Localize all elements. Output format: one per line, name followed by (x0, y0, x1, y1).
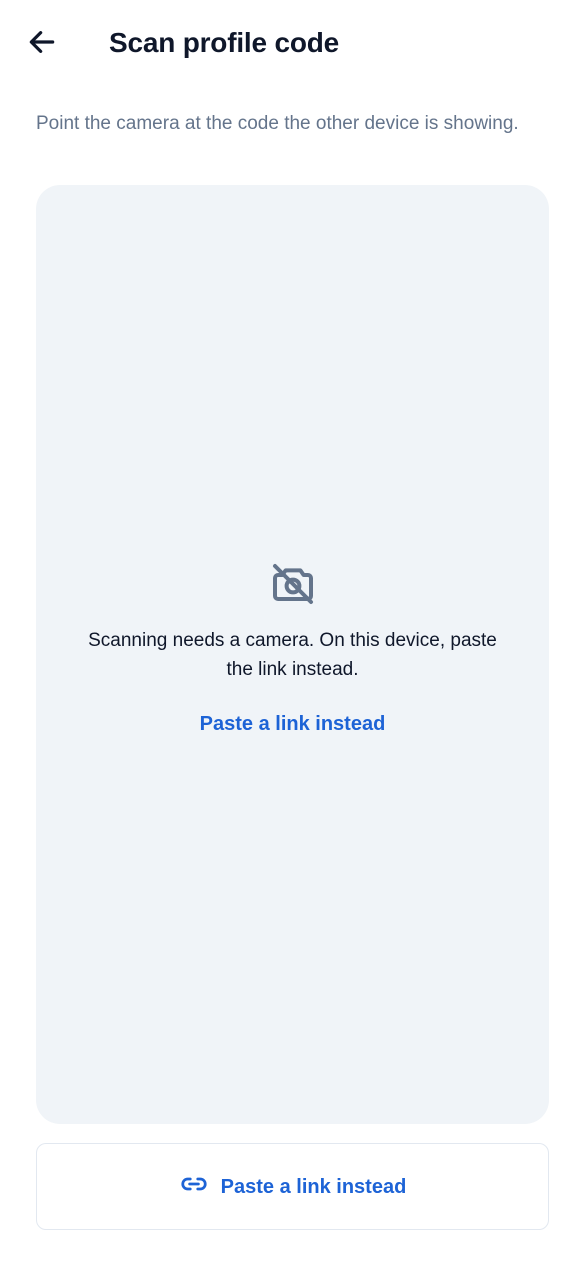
camera-viewfinder-panel: Scanning needs a camera. On this device,… (36, 185, 549, 1124)
scan-profile-screen: Scan profile code Point the camera at th… (0, 0, 585, 1266)
camera-off-icon (269, 560, 317, 608)
arrow-left-icon (26, 26, 58, 63)
paste-link-inline-button[interactable]: Paste a link instead (200, 710, 386, 738)
paste-link-button[interactable]: Paste a link instead (36, 1143, 549, 1230)
back-button[interactable] (20, 22, 64, 66)
paste-link-button-label: Paste a link instead (220, 1175, 407, 1198)
camera-required-message: Scanning needs a camera. On this device,… (88, 630, 497, 680)
camera-unavailable-message: Scanning needs a camera. On this device,… (36, 560, 549, 738)
page-title: Scan profile code (109, 27, 339, 58)
instruction-text: Point the camera at the code the other d… (36, 113, 519, 134)
link-icon (179, 1169, 209, 1204)
header: Scan profile code (0, 0, 585, 86)
